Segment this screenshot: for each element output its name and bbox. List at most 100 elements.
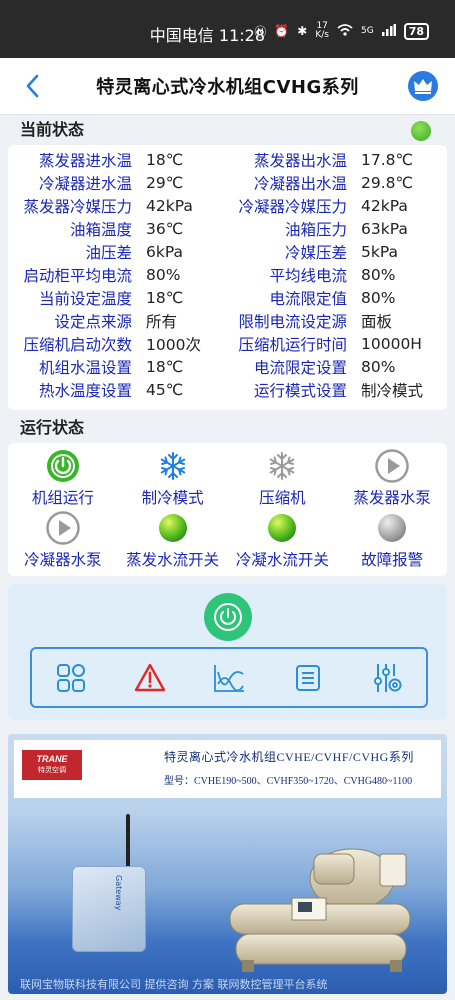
- run-item-cooling: 制冷模式: [118, 447, 228, 510]
- alarm-button[interactable]: [132, 660, 168, 696]
- settings-button[interactable]: [369, 660, 405, 696]
- run-item-evap-flow: 蒸发水流开关: [118, 510, 228, 573]
- crown-icon: [414, 79, 432, 94]
- param-value: 80%: [361, 357, 396, 376]
- status-row: 设定点来源 所有 限制电流设定源 面板: [8, 309, 447, 332]
- list-icon: [295, 664, 320, 691]
- power-button[interactable]: [204, 593, 252, 641]
- param-value: 36℃: [146, 219, 184, 238]
- param-label: 设定点来源: [54, 312, 132, 331]
- play-gray-icon: [46, 511, 80, 545]
- function-toolbar: [30, 647, 428, 708]
- param-label: 热水温度设置: [38, 381, 132, 400]
- bluetooth-icon: ✱: [297, 24, 308, 38]
- param-label: 机组水温设置: [38, 358, 132, 377]
- param-label: 运行模式设置: [253, 381, 347, 400]
- param-label: 冷凝器出水温: [253, 174, 347, 193]
- param-label: 油压差: [85, 243, 132, 262]
- param-label: 油箱压力: [284, 220, 347, 239]
- param-label: 冷媒压差: [284, 243, 347, 262]
- param-value: 63kPa: [361, 219, 408, 238]
- play-gray-icon: [375, 449, 409, 483]
- param-value: 6kPa: [146, 242, 183, 261]
- online-indicator: [411, 121, 431, 141]
- run-item-evap-pump: 蒸发器水泵: [337, 447, 447, 510]
- status-row: 机组水温设置 18℃ 电流限定设置 80%: [8, 355, 447, 378]
- page-title: 特灵离心式冷水机组CVHG系列: [96, 77, 359, 98]
- power-icon: [46, 449, 80, 483]
- param-value: 18℃: [146, 150, 184, 169]
- snowflake-gray-icon: [265, 449, 299, 483]
- banner-footer: 联网宝物联科技有限公司 提供咨询 方案 联网数控管理平台系统: [20, 978, 328, 991]
- grid-button[interactable]: [53, 660, 89, 696]
- control-panel: [8, 584, 447, 720]
- param-value: 29.8℃: [361, 173, 413, 192]
- green-dot-icon: [265, 511, 299, 545]
- chart-button[interactable]: [211, 660, 247, 696]
- run-item-unit: 机组运行: [8, 447, 118, 510]
- sliders-icon: [373, 663, 402, 692]
- list-button[interactable]: [290, 660, 326, 696]
- run-item-label: 冷凝器水泵: [24, 551, 102, 570]
- net-speed: 17 K/s: [315, 21, 329, 40]
- run-item-label: 制冷模式: [141, 488, 204, 507]
- param-label: 冷凝器进水温: [38, 174, 132, 193]
- app-header: 特灵离心式冷水机组CVHG系列: [0, 58, 455, 115]
- warning-icon: [134, 663, 166, 691]
- param-label: 蒸发器冷媒压力: [23, 197, 132, 216]
- param-value: 面板: [361, 312, 393, 331]
- status-row: 蒸发器进水温 18℃ 蒸发器出水温 17.8℃: [8, 148, 447, 171]
- current-status-card: 蒸发器进水温 18℃ 蒸发器出水温 17.8℃ 冷凝器进水温 29℃ 冷凝器出水温 29.8…: [8, 145, 447, 410]
- param-value: 17.8℃: [361, 150, 413, 169]
- run-status-header: 运行状态: [0, 413, 455, 443]
- status-row: 冷凝器进水温 29℃ 冷凝器出水温 29.8℃: [8, 171, 447, 194]
- run-item-label: 压缩机: [259, 488, 306, 507]
- snowflake-icon: [156, 449, 190, 483]
- param-value: 42kPa: [146, 196, 193, 215]
- run-status-card: 机组运行 制冷模式 压缩机 蒸发器水泵 冷凝器水泵 蒸发水流开关 冷凝水流开关 …: [8, 443, 447, 576]
- run-item-cond-flow: 冷凝水流开关: [228, 510, 338, 573]
- banner-header: TRANE 特灵空调 特灵离心式冷水机组CVHE/CVHF/CVHG系列 型号：…: [14, 740, 441, 798]
- status-row: 压缩机启动次数 1000次 压缩机运行时间 10000H: [8, 332, 447, 355]
- run-status-title: 运行状态: [20, 418, 85, 437]
- system-status-bar: 中国电信 11:28 Ⓝ ⏰ ✱ 17 K/s 5G 78: [0, 0, 455, 58]
- grid-icon: [57, 663, 86, 692]
- gateway-device-image: Gateway: [72, 866, 146, 952]
- param-label: 压缩机运行时间: [238, 335, 347, 354]
- signal-icon: [381, 23, 396, 39]
- run-item-fault: 故障报警: [337, 510, 447, 573]
- trane-logo: TRANE 特灵空调: [22, 750, 82, 780]
- nfc-icon: Ⓝ: [254, 24, 267, 39]
- run-item-cond-pump: 冷凝器水泵: [8, 510, 118, 573]
- param-label: 蒸发器出水温: [253, 151, 347, 170]
- banner-title: 特灵离心式冷水机组CVHE/CVHF/CVHG系列: [164, 750, 414, 764]
- status-row: 蒸发器冷媒压力 42kPa 冷凝器冷媒压力 42kPa: [8, 194, 447, 217]
- param-value: 10000H: [361, 334, 422, 353]
- current-status-title: 当前状态: [20, 120, 85, 139]
- param-value: 1000次: [146, 335, 201, 354]
- param-label: 平均线电流: [269, 266, 347, 285]
- logo-sub: 特灵空调: [38, 767, 66, 774]
- status-icons: Ⓝ ⏰ ✱ 17 K/s 5G 78: [254, 22, 429, 40]
- status-row: 油压差 6kPa 冷媒压差 5kPa: [8, 240, 447, 263]
- current-status-header: 当前状态: [0, 115, 455, 145]
- carrier-time: 中国电信 11:28: [149, 26, 265, 45]
- param-value: 5kPa: [361, 242, 398, 261]
- param-value: 45℃: [146, 380, 184, 399]
- crown-button[interactable]: [408, 71, 438, 101]
- power-icon: [214, 603, 242, 631]
- param-value: 所有: [146, 312, 178, 331]
- logo-text: TRANE: [36, 754, 68, 764]
- run-item-label: 故障报警: [361, 551, 424, 570]
- run-item-label: 冷凝水流开关: [235, 551, 329, 570]
- param-label: 蒸发器进水温: [38, 151, 132, 170]
- param-label: 电流限定值: [269, 289, 347, 308]
- param-label: 压缩机启动次数: [23, 335, 132, 354]
- param-label: 冷凝器冷媒压力: [238, 197, 347, 216]
- status-row: 油箱温度 36℃ 油箱压力 63kPa: [8, 217, 447, 240]
- param-label: 启动柜平均电流: [23, 266, 132, 285]
- chiller-image: [229, 848, 411, 972]
- chart-icon: [214, 664, 244, 692]
- wifi-icon: [337, 23, 353, 39]
- param-value: 制冷模式: [361, 381, 424, 400]
